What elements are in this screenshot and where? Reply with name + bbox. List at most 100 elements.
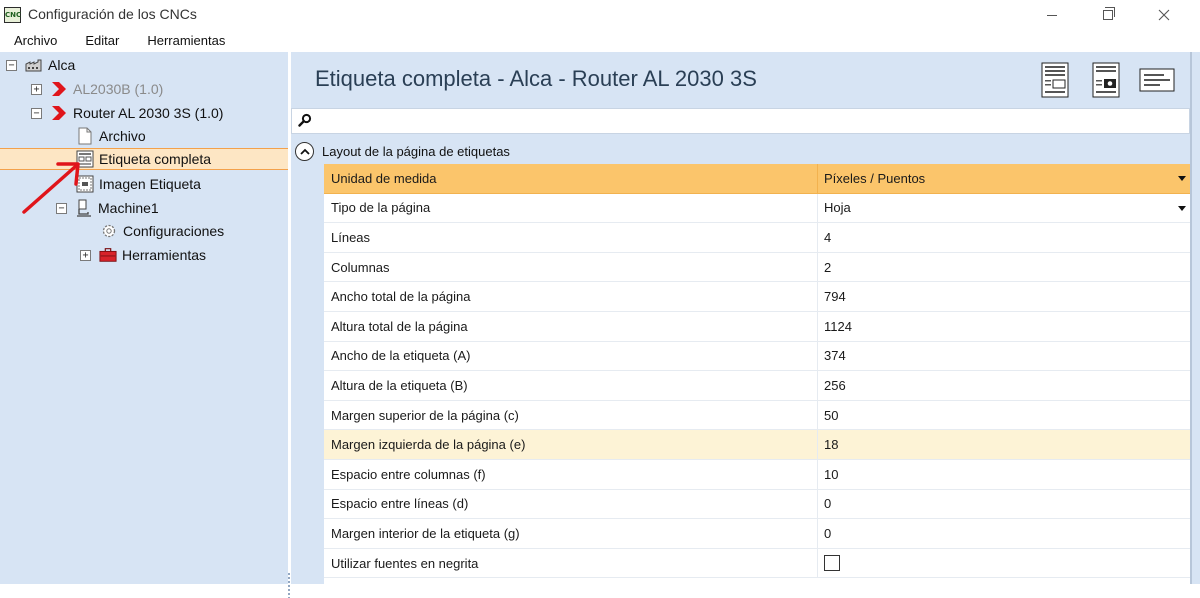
expand-icon[interactable]: + xyxy=(80,249,91,261)
property-value[interactable]: 256 xyxy=(817,371,1190,400)
camera-label-icon xyxy=(1092,62,1120,98)
tree-node-alca[interactable]: − Alca xyxy=(6,54,75,76)
property-value[interactable]: 374 xyxy=(817,341,1190,371)
minimize-button[interactable] xyxy=(1024,0,1080,30)
tree-node-herramientas[interactable]: + Herramientas xyxy=(80,244,206,266)
window-right-border xyxy=(1190,52,1192,584)
property-name: Altura de la etiqueta (B) xyxy=(331,377,468,393)
category-header[interactable]: Layout de la página de etiquetas xyxy=(291,139,1190,163)
property-name: Unidad de medida xyxy=(331,170,437,186)
tree-node-machine1[interactable]: − Machine1 xyxy=(56,197,159,219)
tree-node-label: Imagen Etiqueta xyxy=(99,176,201,192)
property-value: Píxeles / Puentos xyxy=(824,170,926,186)
property-value: Hoja xyxy=(824,200,851,216)
property-value-cell xyxy=(817,548,1190,578)
property-name: Columnas xyxy=(331,259,390,275)
app-icon: CNC xyxy=(4,7,21,23)
property-row[interactable]: Unidad de medida Píxeles / Puentos xyxy=(324,164,1190,194)
tree-node-imagen-etiqueta[interactable]: Imagen Etiqueta xyxy=(76,173,201,195)
close-button[interactable] xyxy=(1136,0,1192,30)
tree-node-label: Alca xyxy=(48,57,76,73)
tree-node-label: Herramientas xyxy=(122,247,207,263)
machine-icon xyxy=(75,199,93,217)
menu-herramientas[interactable]: Herramientas xyxy=(133,30,239,52)
property-value-select[interactable]: Hoja xyxy=(817,193,1190,223)
property-row[interactable]: Utilizar fuentes en negrita xyxy=(324,548,1190,579)
router-chevron-icon xyxy=(50,80,68,98)
property-name: Espacio entre columnas (f) xyxy=(331,466,486,482)
maximize-button[interactable] xyxy=(1080,0,1136,30)
dropdown-arrow-icon[interactable] xyxy=(1178,205,1186,211)
properties-pane: Etiqueta completa - Alca - Router AL 203… xyxy=(291,52,1200,584)
category-label: Layout de la página de etiquetas xyxy=(322,143,510,159)
text-view-button[interactable] xyxy=(1139,60,1175,100)
property-row[interactable]: Margen superior de la página (c) 50 xyxy=(324,400,1190,431)
property-name: Margen interior de la etiqueta (g) xyxy=(331,525,520,541)
property-value[interactable]: 0 xyxy=(817,489,1190,519)
close-icon xyxy=(1158,9,1170,21)
property-search-bar xyxy=(291,108,1190,134)
dropdown-arrow-icon[interactable] xyxy=(1178,176,1186,181)
menu-editar[interactable]: Editar xyxy=(71,30,133,52)
label-image-icon xyxy=(76,175,94,193)
property-name: Ancho de la etiqueta (A) xyxy=(331,348,471,364)
tree-node-label: Router AL 2030 3S (1.0) xyxy=(73,105,224,121)
label-image-view-button[interactable] xyxy=(1088,60,1124,100)
restore-icon xyxy=(1103,7,1115,20)
full-label-view-button[interactable] xyxy=(1037,60,1073,100)
gear-icon xyxy=(100,222,118,240)
property-name: Altura total de la página xyxy=(331,318,468,334)
property-name: Espacio entre líneas (d) xyxy=(331,496,469,512)
file-icon xyxy=(76,127,94,145)
property-value[interactable]: 794 xyxy=(817,282,1190,311)
bold-fonts-checkbox[interactable] xyxy=(824,555,840,572)
property-value[interactable]: 4 xyxy=(817,223,1190,252)
expand-icon[interactable]: + xyxy=(31,83,42,95)
tree-node-label: AL2030B (1.0) xyxy=(73,81,164,97)
tree-node-al2030b[interactable]: + AL2030B (1.0) xyxy=(31,78,163,100)
collapse-icon[interactable]: − xyxy=(31,107,42,119)
collapse-icon[interactable]: − xyxy=(6,59,17,71)
property-name: Ancho total de la página xyxy=(331,289,471,305)
property-row[interactable]: Margen interior de la etiqueta (g) 0 xyxy=(324,519,1190,549)
property-row[interactable]: Espacio entre columnas (f) 10 xyxy=(324,460,1190,490)
property-row[interactable]: Líneas 4 xyxy=(324,223,1190,253)
property-row[interactable]: Tipo de la página Hoja xyxy=(324,193,1190,224)
tree-node-etiqueta-completa[interactable]: Etiqueta completa xyxy=(0,148,288,170)
property-value[interactable]: 2 xyxy=(817,252,1190,282)
tree-node-label: Machine1 xyxy=(98,200,159,216)
property-row[interactable]: Margen izquierda de la página (e) 18 xyxy=(324,430,1190,460)
property-grid: Unidad de medida Píxeles / Puentos Tipo … xyxy=(291,164,1190,584)
property-name: Utilizar fuentes en negrita xyxy=(331,555,479,571)
tree-node-archivo[interactable]: Archivo xyxy=(76,125,146,147)
property-value[interactable]: 50 xyxy=(817,400,1190,430)
properties-header: Etiqueta completa - Alca - Router AL 203… xyxy=(291,52,1200,106)
factory-icon xyxy=(25,56,43,74)
text-lines-icon xyxy=(1139,68,1175,92)
property-name: Tipo de la página xyxy=(331,200,431,216)
toolbox-icon xyxy=(99,246,117,264)
collapse-icon[interactable]: − xyxy=(56,202,67,214)
tree-node-configuraciones[interactable]: Configuraciones xyxy=(100,220,224,242)
property-value[interactable]: 0 xyxy=(817,519,1190,548)
property-name: Líneas xyxy=(331,229,371,245)
property-value-select[interactable]: Píxeles / Puentos xyxy=(817,164,1190,193)
router-chevron-icon xyxy=(50,104,68,122)
property-value[interactable]: 10 xyxy=(817,460,1190,489)
property-search-input[interactable] xyxy=(318,111,1178,131)
property-row[interactable]: Altura de la etiqueta (B) 256 xyxy=(324,371,1190,401)
property-row[interactable]: Ancho total de la página 794 xyxy=(324,282,1190,312)
property-row[interactable]: Altura total de la página 1124 xyxy=(324,312,1190,342)
tree-node-label: Configuraciones xyxy=(123,223,225,239)
tree-node-label: Archivo xyxy=(99,128,146,144)
property-row[interactable]: Ancho de la etiqueta (A) 374 xyxy=(324,341,1190,372)
cnc-tree-panel: − Alca + AL2030B (1.0) − Router AL 2030 … xyxy=(0,52,291,598)
collapse-category-icon[interactable] xyxy=(295,141,314,161)
property-row[interactable]: Espacio entre líneas (d) 0 xyxy=(324,489,1190,520)
tree-node-router[interactable]: − Router AL 2030 3S (1.0) xyxy=(31,102,223,124)
property-row[interactable]: Columnas 2 xyxy=(324,252,1190,283)
page-title: Etiqueta completa - Alca - Router AL 203… xyxy=(315,66,757,91)
property-value[interactable]: 18 xyxy=(817,430,1190,459)
menu-archivo[interactable]: Archivo xyxy=(0,30,71,52)
property-value[interactable]: 1124 xyxy=(817,312,1190,341)
